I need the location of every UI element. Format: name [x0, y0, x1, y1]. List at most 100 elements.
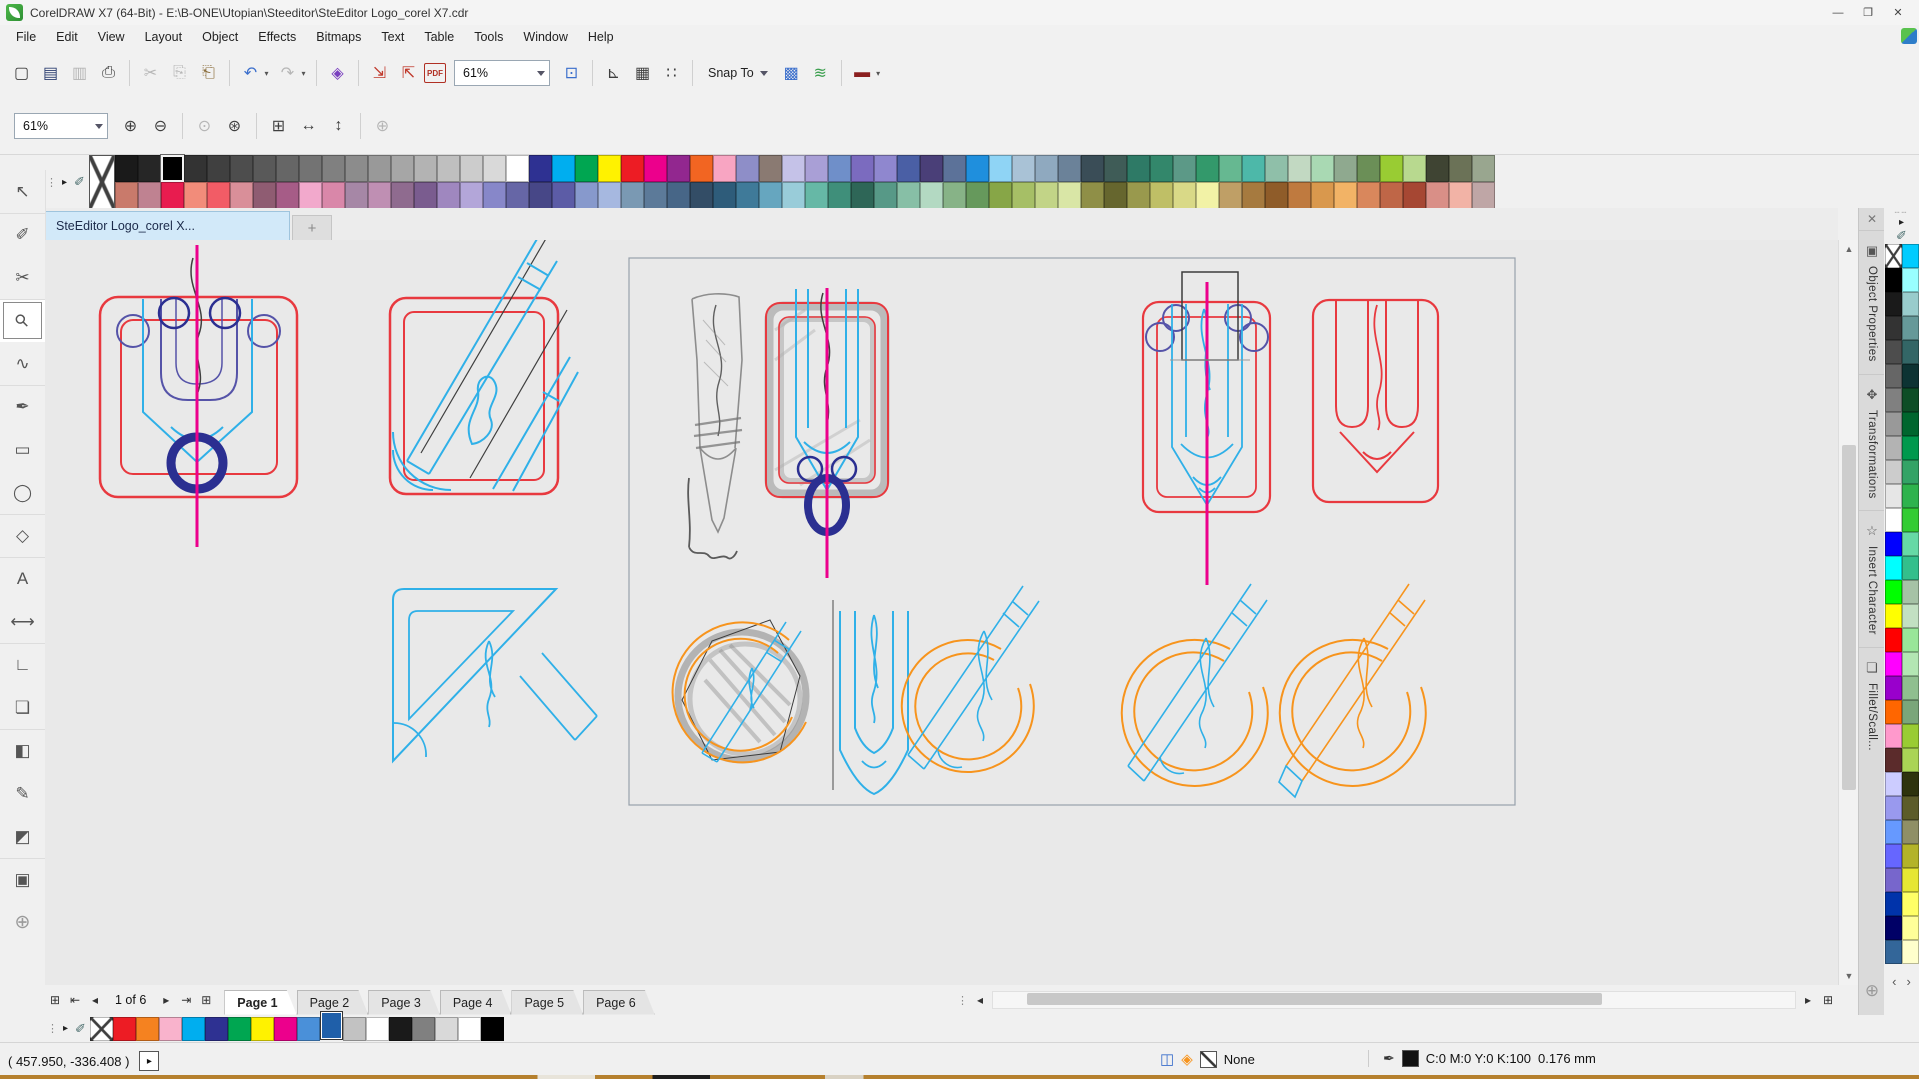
color-swatch[interactable]	[1884, 892, 1902, 916]
color-swatch[interactable]	[1310, 155, 1334, 182]
color-swatch[interactable]	[1901, 940, 1919, 964]
color-swatch[interactable]	[160, 182, 184, 209]
next-page-icon[interactable]: ▸	[156, 989, 176, 1011]
color-swatch[interactable]	[988, 155, 1012, 182]
color-swatch[interactable]	[827, 182, 851, 209]
eyedropper-icon[interactable]: ✐	[1892, 228, 1911, 244]
zoom-in-icon[interactable]: ⊕	[117, 113, 144, 140]
color-swatch[interactable]	[873, 182, 897, 209]
pick-tool[interactable]: ↖	[0, 170, 45, 213]
color-swatch[interactable]	[919, 155, 943, 182]
color-swatch[interactable]	[1884, 724, 1902, 748]
print-icon[interactable]: ⎙	[95, 60, 122, 87]
color-swatch[interactable]	[342, 1016, 366, 1041]
logo-clean-selected[interactable]	[1141, 271, 1272, 585]
color-swatch[interactable]	[758, 155, 782, 182]
logo-circle-cyan-pencil-b[interactable]	[1120, 583, 1269, 787]
color-swatch[interactable]	[735, 182, 759, 209]
menu-item[interactable]: Layout	[135, 27, 193, 47]
color-swatch[interactable]	[1241, 182, 1265, 209]
docker-tab-fillet-scallop[interactable]: ❏ Fillet/Scall...	[1859, 647, 1885, 763]
color-swatch[interactable]	[1149, 182, 1173, 209]
color-swatch[interactable]	[204, 1016, 228, 1041]
color-swatch[interactable]	[505, 182, 529, 209]
color-swatch[interactable]	[1241, 155, 1265, 182]
color-swatch[interactable]	[1901, 748, 1919, 772]
color-swatch[interactable]	[1448, 155, 1472, 182]
palette-scroll-right-icon[interactable]: ›	[1907, 974, 1911, 989]
menu-item[interactable]: Text	[371, 27, 414, 47]
zoom-levels-combo[interactable]: 61%	[14, 113, 108, 139]
color-swatch[interactable]	[1884, 532, 1902, 556]
color-swatch[interactable]	[1402, 155, 1426, 182]
zoom-to-page-height-icon[interactable]: ↕	[325, 113, 352, 140]
page-tab[interactable]: Page 1	[224, 990, 296, 1015]
color-swatch[interactable]	[1901, 844, 1919, 868]
color-swatch[interactable]	[321, 155, 345, 182]
save-icon[interactable]: ▥	[66, 60, 93, 87]
color-swatch[interactable]	[413, 155, 437, 182]
color-swatch[interactable]	[1195, 182, 1219, 209]
docker-add-button[interactable]: ⊕	[1865, 981, 1879, 1001]
color-swatch[interactable]	[1011, 182, 1035, 209]
redo-icon[interactable]: ↷	[274, 60, 301, 87]
color-swatch[interactable]	[367, 182, 391, 209]
color-swatch[interactable]	[1218, 182, 1242, 209]
color-swatch[interactable]	[1901, 604, 1919, 628]
color-swatch[interactable]	[1149, 155, 1173, 182]
insert-page-icon[interactable]: ⊞	[196, 989, 216, 1011]
color-swatch[interactable]	[781, 182, 805, 209]
color-swatch[interactable]	[158, 1016, 182, 1041]
launcher-dropdown-icon[interactable]: ▾	[873, 60, 884, 87]
menu-item[interactable]: Help	[578, 27, 624, 47]
color-swatch[interactable]	[1402, 182, 1426, 209]
color-swatch[interactable]	[1884, 364, 1902, 388]
color-swatch[interactable]	[528, 155, 552, 182]
color-swatch[interactable]	[804, 182, 828, 209]
color-swatch[interactable]	[1901, 700, 1919, 724]
color-swatch[interactable]	[1901, 628, 1919, 652]
status-flyout-button[interactable]: ▸	[139, 1051, 160, 1071]
smart-fill-tool[interactable]: ▣	[0, 858, 45, 901]
color-swatch[interactable]	[1471, 155, 1495, 182]
color-swatch[interactable]	[712, 182, 736, 209]
color-swatch[interactable]	[666, 155, 690, 182]
color-swatch[interactable]	[1333, 155, 1357, 182]
zoom-out-icon[interactable]: ⊖	[147, 113, 174, 140]
color-swatch[interactable]	[390, 155, 414, 182]
color-swatch[interactable]	[1884, 844, 1902, 868]
color-swatch[interactable]	[988, 182, 1012, 209]
color-swatch[interactable]	[1103, 155, 1127, 182]
color-swatch[interactable]	[112, 1016, 136, 1041]
document-tab-active[interactable]: SteEditor Logo_corel X...	[45, 211, 290, 240]
menu-item[interactable]: Table	[414, 27, 464, 47]
color-swatch[interactable]	[965, 155, 989, 182]
color-swatch[interactable]	[344, 182, 368, 209]
color-swatch[interactable]	[365, 1016, 389, 1041]
artistic-media-tool[interactable]: ✒	[0, 385, 45, 428]
color-swatch[interactable]	[135, 1016, 159, 1041]
page-zoom-icon[interactable]: ⊞	[1818, 989, 1838, 1011]
first-page-icon[interactable]: ⇤	[65, 989, 85, 1011]
color-swatch[interactable]	[919, 182, 943, 209]
color-swatch[interactable]	[1356, 155, 1380, 182]
color-swatch[interactable]	[1218, 155, 1242, 182]
color-swatch[interactable]	[1172, 182, 1196, 209]
color-swatch[interactable]	[1884, 820, 1902, 844]
dimension-tool[interactable]: ⟷	[0, 600, 45, 643]
minimize-button[interactable]: —	[1823, 3, 1853, 22]
color-swatch[interactable]	[1901, 484, 1919, 508]
color-swatch[interactable]	[1884, 316, 1902, 340]
palette-flyout-icon[interactable]: ▸	[59, 177, 70, 188]
color-swatch[interactable]	[1080, 155, 1104, 182]
color-swatch[interactable]	[183, 182, 207, 209]
docker-close-icon[interactable]: ✕	[1867, 208, 1877, 230]
color-swatch[interactable]	[436, 182, 460, 209]
paste-icon[interactable]: ⎗	[195, 60, 222, 87]
scroll-down-icon[interactable]: ▼	[1839, 967, 1859, 985]
color-swatch[interactable]	[1425, 155, 1449, 182]
color-swatch[interactable]	[181, 1016, 205, 1041]
vertical-scroll-thumb[interactable]	[1842, 445, 1856, 790]
color-swatch[interactable]	[1901, 892, 1919, 916]
freehand-tool[interactable]: ∿	[0, 342, 45, 385]
